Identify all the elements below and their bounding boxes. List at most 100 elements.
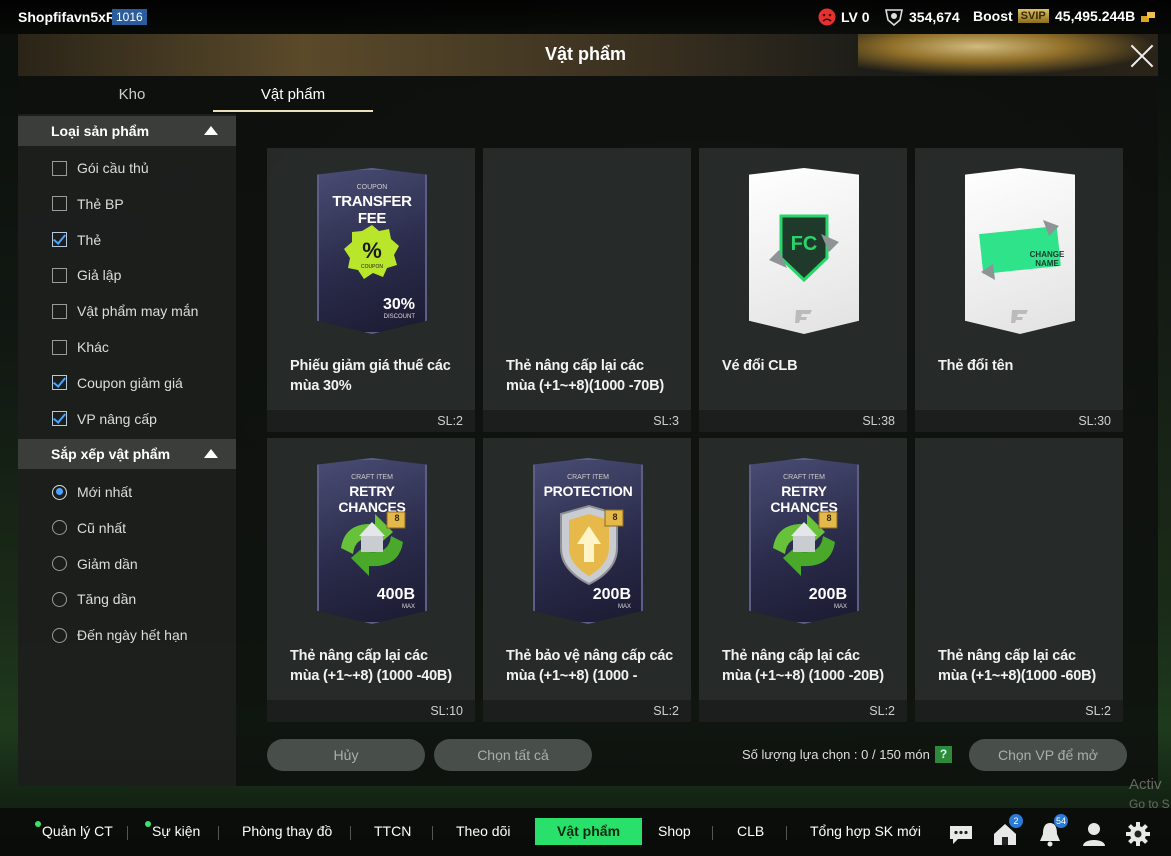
item-card[interactable]: CHANGE NAME Thẻ đổi tên SL:30: [915, 148, 1123, 432]
nav-divider: [432, 826, 433, 840]
nav-clb[interactable]: CLB: [737, 823, 764, 839]
settings-gear-icon[interactable]: [1124, 820, 1152, 848]
cancel-button[interactable]: Hủy: [267, 739, 425, 771]
nav-divider: [712, 826, 713, 840]
nav-su-kien[interactable]: Sự kiện: [152, 823, 200, 839]
checkbox-checked-icon[interactable]: [52, 375, 67, 391]
sort-header[interactable]: Sắp xếp vật phẩm: [18, 439, 236, 469]
badge-symbol: %: [362, 238, 382, 263]
badge-caption: COUPON: [361, 264, 383, 270]
notification-dot: [35, 821, 41, 827]
tab-vat-pham[interactable]: Vật phẩm: [213, 86, 373, 112]
boost-indicator[interactable]: Boost SVIP: [973, 8, 1049, 24]
card-title: TRANSFER FEE: [332, 193, 412, 227]
filter-checkbox-row[interactable]: VP nâng cấp: [52, 408, 157, 430]
checkbox-empty-icon[interactable]: [52, 339, 67, 355]
choose-open-button[interactable]: Chọn VP để mở: [969, 739, 1127, 771]
item-quantity: SL:38: [699, 410, 907, 432]
filter-checkbox-row[interactable]: Coupon giảm giá: [52, 372, 183, 394]
svg-text:FC: FC: [791, 233, 818, 255]
nav-divider: [786, 826, 787, 840]
item-card[interactable]: CRAFT ITEM RETRY CHANCES 8 200B MAX Thẻ …: [699, 438, 907, 722]
item-card[interactable]: CRAFT ITEM RETRY CHANCES 8 400B MAX Thẻ …: [267, 438, 475, 722]
select-all-button[interactable]: Chọn tất cả: [434, 739, 592, 771]
checkbox-empty-icon[interactable]: [52, 160, 67, 176]
filter-label: Coupon giảm giá: [77, 374, 183, 391]
close-icon[interactable]: [1128, 42, 1156, 70]
card-small-label: CRAFT ITEM: [783, 474, 825, 481]
radio-selected-icon[interactable]: [52, 484, 67, 500]
item-name: Thẻ nâng cấp lại các mùa (+1~+8)(1000 -7…: [506, 358, 665, 394]
profile-icon[interactable]: [1080, 820, 1108, 848]
sort-option-row[interactable]: Giảm dần: [52, 553, 138, 575]
bell-badge: 54: [1053, 814, 1068, 828]
checkbox-checked-icon[interactable]: [52, 232, 67, 248]
checkbox-empty-icon[interactable]: [52, 267, 67, 283]
retry-card-art: CRAFT ITEM RETRY CHANCES 8 400B MAX: [317, 458, 427, 624]
item-card[interactable]: CRAFT ITEM PROTECTION 8 200B MAX Thẻ bảo…: [483, 438, 691, 722]
help-icon[interactable]: ?: [935, 746, 952, 763]
filter-checkbox-row[interactable]: Vật phẩm may mắn: [52, 300, 198, 322]
item-card[interactable]: COUPON TRANSFER FEE % COUPON 30% DISCOUN…: [267, 148, 475, 432]
nav-tong-hop-sk-moi[interactable]: Tổng hợp SK mới: [810, 823, 921, 839]
radio-empty-icon[interactable]: [52, 591, 67, 607]
item-quantity: SL:10: [267, 700, 475, 722]
item-name: Thẻ nâng cấp lại các mùa (+1~+8) (1000 -…: [722, 648, 884, 684]
filter-checkbox-row[interactable]: Thẻ BP: [52, 193, 124, 215]
checkbox-empty-icon[interactable]: [52, 196, 67, 212]
card-sub: MAX: [617, 604, 631, 610]
collapse-arrow-icon: [204, 449, 218, 458]
filter-checkbox-row[interactable]: Giả lập: [52, 264, 121, 286]
product-type-header[interactable]: Loại sản phẩm: [18, 116, 236, 146]
item-card[interactable]: FC Vé đổi CLB SL:38: [699, 148, 907, 432]
nav-ttcn[interactable]: TTCN: [374, 823, 411, 839]
sort-label: Cũ nhất: [77, 519, 127, 536]
card-small-label: CRAFT ITEM: [351, 474, 393, 481]
coins-value: 354,674: [909, 9, 960, 25]
notification-dot: [145, 821, 151, 827]
checkbox-checked-icon[interactable]: [52, 411, 67, 427]
filter-checkbox-row[interactable]: Gói cầu thủ: [52, 157, 149, 179]
checkbox-empty-icon[interactable]: [52, 303, 67, 319]
filter-checkbox-row[interactable]: Khác: [52, 336, 109, 358]
gold-bars-icon: [1141, 12, 1156, 22]
chat-icon[interactable]: [947, 820, 975, 848]
card-sub: MAX: [833, 604, 847, 610]
radio-empty-icon[interactable]: [52, 627, 67, 643]
lv-label: LV 0: [841, 9, 870, 25]
item-card[interactable]: Thẻ nâng cấp lại các mùa (+1~+8)(1000 -6…: [915, 438, 1123, 722]
nav-theo-doi[interactable]: Theo dõi: [456, 823, 510, 839]
tab-kho[interactable]: Kho: [52, 86, 212, 112]
item-name: Phiếu giảm giá thuế các mùa 30%: [290, 358, 451, 394]
item-card[interactable]: Thẻ nâng cấp lại các mùa (+1~+8)(1000 -7…: [483, 148, 691, 432]
sort-label: Tăng dần: [77, 591, 137, 608]
sort-option-row[interactable]: Đến ngày hết hạn: [52, 624, 188, 646]
item-name: Thẻ bảo vệ nâng cấp các mùa (+1~+8) (100…: [506, 648, 674, 684]
brand-mark-icon: [1011, 310, 1028, 323]
selection-count: Số lượng lựa chọn : 0 / 150 món: [742, 747, 930, 762]
rename-ticket-art: CHANGE NAME: [965, 168, 1075, 334]
filter-label: Thẻ BP: [77, 195, 124, 212]
filter-checkbox-row[interactable]: Thẻ: [52, 229, 101, 251]
sort-option-row[interactable]: Mới nhất: [52, 481, 132, 503]
item-name: Thẻ nâng cấp lại các mùa (+1~+8) (1000 -…: [290, 648, 452, 684]
nav-vat-pham[interactable]: Vật phẩm: [535, 818, 643, 845]
nav-divider: [218, 826, 219, 840]
radio-empty-icon[interactable]: [52, 520, 67, 536]
nav-shop[interactable]: Shop: [658, 823, 691, 839]
filter-label: Khác: [77, 339, 109, 355]
home-icon[interactable]: 2: [991, 814, 1023, 848]
coin-shield-icon: [885, 9, 903, 26]
coins-indicator: 354,674: [884, 8, 960, 26]
nav-quan-ly-ct[interactable]: Quản lý CT: [42, 823, 113, 839]
home-badge: 2: [1009, 814, 1023, 828]
sort-option-row[interactable]: Cũ nhất: [52, 517, 126, 539]
level-badge: 8: [394, 513, 400, 523]
radio-empty-icon[interactable]: [52, 556, 67, 572]
nav-phong-thay-do[interactable]: Phòng thay đồ: [242, 823, 332, 839]
card-small-label: CRAFT ITEM: [567, 474, 609, 481]
bell-icon[interactable]: 54: [1036, 814, 1068, 848]
item-quantity: SL:30: [915, 410, 1123, 432]
sort-option-row[interactable]: Tăng dần: [52, 588, 136, 610]
lv-indicator: LV 0: [818, 8, 870, 26]
